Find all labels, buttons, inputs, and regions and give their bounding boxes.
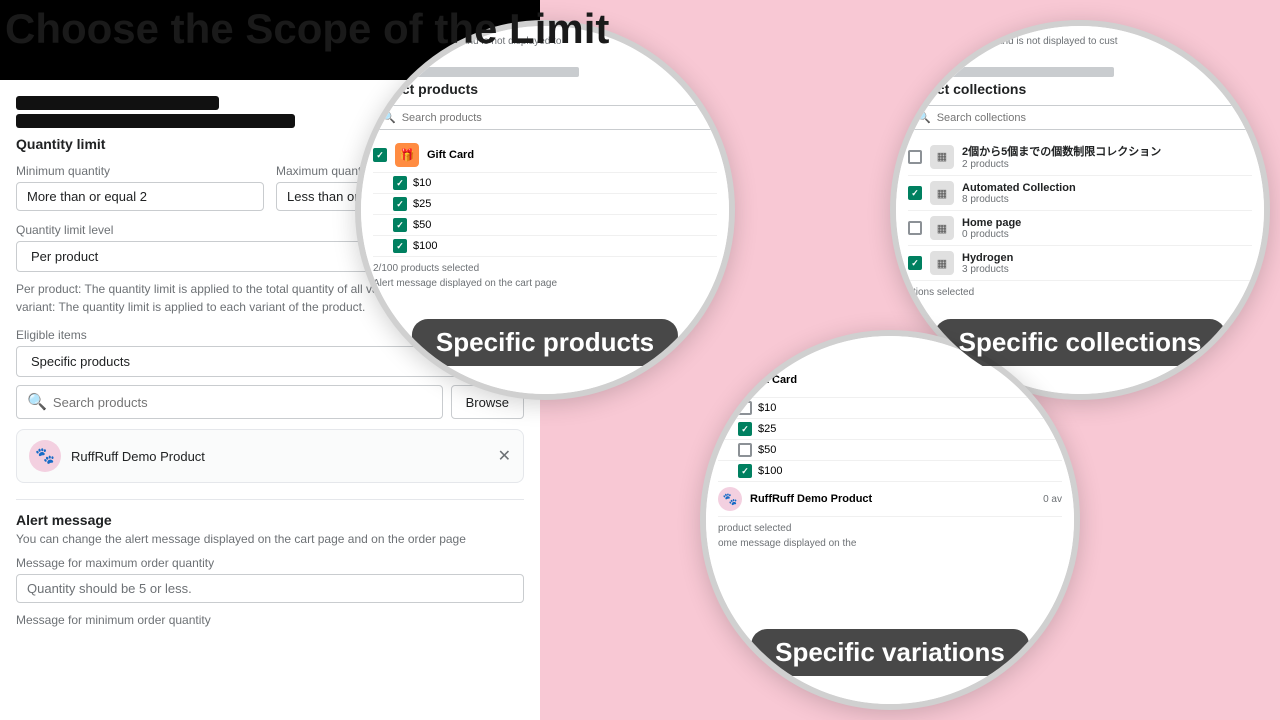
collections-label: Specific collections (935, 319, 1226, 366)
var-v50-name: $50 (758, 444, 1062, 456)
close-icon[interactable]: ✕ (498, 446, 511, 466)
col-0-icon: ▦ (930, 145, 954, 169)
col-3-checkbox[interactable] (908, 256, 922, 270)
col-1-count: 8 products (962, 194, 1252, 205)
variations-footer: product selected (718, 523, 1062, 534)
collections-footer: ctions selected (908, 287, 1252, 298)
col-0-detail: 2個から5個までの個数制限コレクション 2 products (962, 143, 1252, 170)
variant-100-checkbox[interactable] (393, 239, 407, 253)
variant-50[interactable]: $50 (373, 215, 717, 236)
variations-ruff-name: RuffRuff Demo Product (750, 493, 1035, 505)
products-content: ative purposes only and is not displayed… (361, 26, 729, 299)
col-2-count: 0 products (962, 229, 1252, 240)
variations-ruff-item[interactable]: 🐾 RuffRuff Demo Product 0 av (718, 482, 1062, 517)
variations-ruff-avail: 0 av (1043, 494, 1062, 505)
collections-search[interactable]: 🔍 (908, 105, 1252, 130)
max-msg-label: Message for maximum order quantity (16, 556, 524, 570)
alert-desc: You can change the alert message display… (16, 532, 524, 546)
products-label: Specific products (412, 319, 678, 366)
col-2-checkbox[interactable] (908, 221, 922, 235)
search-icon: 🔍 (917, 111, 931, 124)
col-0-count: 2 products (962, 159, 1252, 170)
variant-10-name: $10 (413, 177, 717, 189)
search-input[interactable] (53, 395, 432, 410)
magnifier-collections: ative purposes only and is not displayed… (890, 20, 1270, 400)
collections-content: ative purposes only and is not displayed… (896, 26, 1264, 308)
var-v25-checkbox[interactable] (738, 422, 752, 436)
var-v10[interactable]: $10 (718, 398, 1062, 419)
collection-item-0[interactable]: ▦ 2個から5個までの個数制限コレクション 2 products (908, 138, 1252, 176)
var-v25-name: $25 (758, 423, 1062, 435)
var-v50[interactable]: $50 (718, 440, 1062, 461)
variant-25[interactable]: $25 (373, 194, 717, 215)
col-1-checkbox[interactable] (908, 186, 922, 200)
col-1-icon: ▦ (930, 181, 954, 205)
col-3-icon: ▦ (930, 251, 954, 275)
variant-10-checkbox[interactable] (393, 176, 407, 190)
product-chip-left: 🐾 RuffRuff Demo Product (29, 440, 205, 472)
col-2-detail: Home page 0 products (962, 217, 1252, 240)
min-qty-field: Minimum quantity (16, 164, 264, 211)
variant-50-checkbox[interactable] (393, 218, 407, 232)
variant-50-name: $50 (413, 219, 717, 231)
collections-search-input[interactable] (937, 112, 1243, 124)
col-1-name: Automated Collection (962, 182, 1252, 194)
products-search-input[interactable] (402, 112, 708, 124)
col-3-name: Hydrogen (962, 252, 1252, 264)
products-gift-card-item[interactable]: 🎁 Gift Card (373, 138, 717, 173)
products-alert: Alert message displayed on the cart page (373, 278, 717, 289)
col-2-icon: ▦ (930, 216, 954, 240)
magnifier-variations: n products 🎁 Gift Card $10 $25 $50 $ (700, 330, 1080, 710)
variations-alert: ome message displayed on the (718, 538, 1062, 549)
variant-100[interactable]: $100 (373, 236, 717, 257)
variations-gift-card-name: Gift Card (750, 374, 1062, 386)
collections-top-bar: ative purposes only and is not displayed… (908, 36, 1252, 47)
search-icon: 🔍 (382, 111, 396, 124)
page-title: Choose the Scope of the Limit (5, 4, 609, 54)
products-dialog-title: Select products (373, 81, 717, 97)
variations-gift-card-item[interactable]: 🎁 Gift Card (718, 363, 1062, 398)
var-v50-checkbox[interactable] (738, 443, 752, 457)
max-msg-input[interactable] (16, 574, 524, 603)
min-qty-label: Minimum quantity (16, 164, 264, 178)
var-v25[interactable]: $25 (718, 419, 1062, 440)
col-0-name: 2個から5個までの個数制限コレクション (962, 143, 1252, 159)
variant-25-checkbox[interactable] (393, 197, 407, 211)
alert-title: Alert message (16, 512, 524, 528)
var-v100[interactable]: $100 (718, 461, 1062, 482)
variations-content: n products 🎁 Gift Card $10 $25 $50 $ (706, 336, 1074, 559)
gift-card-checkbox[interactable] (373, 148, 387, 162)
products-footer: 2/100 products selected (373, 263, 717, 274)
product-chip-name: RuffRuff Demo Product (71, 449, 205, 464)
variant-10[interactable]: $10 (373, 173, 717, 194)
col-2-name: Home page (962, 217, 1252, 229)
variant-25-name: $25 (413, 198, 717, 210)
collection-item-3[interactable]: ▦ Hydrogen 3 products (908, 246, 1252, 281)
search-icon: 🔍 (27, 392, 47, 412)
col-3-count: 3 products (962, 264, 1252, 275)
var-v10-name: $10 (758, 402, 1062, 414)
gift-card-name: Gift Card (427, 149, 717, 161)
min-msg-label: Message for minimum order quantity (16, 613, 524, 627)
col-3-detail: Hydrogen 3 products (962, 252, 1252, 275)
collection-item-2[interactable]: ▦ Home page 0 products (908, 211, 1252, 246)
product-avatar: 🐾 (29, 440, 61, 472)
variations-gift-card-icon: 🎁 (718, 368, 742, 392)
variations-ruff-icon: 🐾 (718, 487, 742, 511)
var-v100-name: $100 (758, 465, 1062, 477)
col-0-checkbox[interactable] (908, 150, 922, 164)
collection-item-1[interactable]: ▦ Automated Collection 8 products (908, 176, 1252, 211)
magnifier-products: ative purposes only and is not displayed… (355, 20, 735, 400)
collections-dialog-title: Select collections (908, 81, 1252, 97)
var-v100-checkbox[interactable] (738, 464, 752, 478)
alert-section: Alert message You can change the alert m… (16, 499, 524, 627)
var-v10-checkbox[interactable] (738, 401, 752, 415)
min-qty-input[interactable] (16, 182, 264, 211)
gift-card-icon: 🎁 (395, 143, 419, 167)
variant-100-name: $100 (413, 240, 717, 252)
product-chip: 🐾 RuffRuff Demo Product ✕ (16, 429, 524, 483)
variations-label: Specific variations (751, 629, 1029, 676)
products-search[interactable]: 🔍 (373, 105, 717, 130)
col-1-detail: Automated Collection 8 products (962, 182, 1252, 205)
